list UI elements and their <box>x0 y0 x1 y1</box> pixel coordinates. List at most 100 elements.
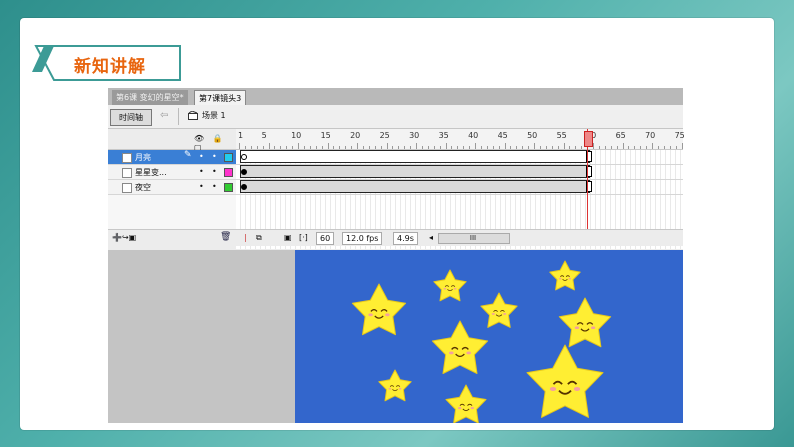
ruler-tick <box>244 146 246 149</box>
layer-name: 星星变... <box>135 168 167 177</box>
star-character[interactable] <box>526 344 604 418</box>
ruler-label: 1 <box>238 131 244 140</box>
ruler-tick <box>557 146 559 149</box>
star-character[interactable] <box>549 260 581 291</box>
layer-color-swatch[interactable] <box>224 168 233 177</box>
ruler-tick <box>321 146 323 149</box>
add-layer-icons[interactable]: ➕↪▣ <box>112 233 136 242</box>
frame-span[interactable] <box>240 165 590 178</box>
center-frame-icon[interactable]: | <box>244 233 247 242</box>
current-frame: 60 <box>316 232 335 245</box>
stars-layer <box>351 260 612 424</box>
trash-icon[interactable]: 🗑 <box>220 232 231 242</box>
ruler-tick <box>274 146 276 149</box>
ruler-tick <box>475 143 476 149</box>
keyframe[interactable] <box>241 184 247 190</box>
layer-night-sky[interactable]: 夜空 • • <box>108 180 236 195</box>
layer-color-swatch[interactable] <box>224 153 233 162</box>
ruler-label: 5 <box>261 131 267 140</box>
ruler-tick <box>392 146 394 149</box>
ruler-tick <box>380 146 382 149</box>
blank-keyframe[interactable] <box>241 154 247 160</box>
ruler-tick <box>610 146 612 149</box>
ruler-tick <box>315 146 317 149</box>
ruler-tick <box>545 146 547 149</box>
star-character[interactable] <box>378 369 412 402</box>
visibility-dot[interactable]: • <box>199 167 204 176</box>
doc-tab-lesson7[interactable]: 第7课镜头3 <box>194 90 247 106</box>
timeline-status-bar: ➕↪▣ 🗑 | ⧉ ▣ [·] 60 12.0 fps 4.9s ◂ III <box>108 229 683 246</box>
frames-row-stars[interactable] <box>236 165 683 180</box>
layer-stars[interactable]: 星星变... • • <box>108 165 236 180</box>
layer-moon[interactable]: 月亮 ✎ • • <box>108 150 236 165</box>
ruler-tick <box>569 146 571 149</box>
ruler-tick <box>575 146 577 149</box>
ruler-tick <box>398 146 400 149</box>
edit-multiple-icon[interactable]: ▣ <box>284 233 292 242</box>
star-character[interactable] <box>445 384 487 424</box>
lock-dot[interactable]: • <box>212 152 217 161</box>
ruler-tick <box>457 146 459 149</box>
stage[interactable] <box>295 250 683 424</box>
ruler-tick <box>528 146 530 149</box>
scroll-left-icon[interactable]: ◂ <box>429 233 433 242</box>
onion-skin-icon[interactable]: ⧉ <box>256 233 262 243</box>
ruler-tick <box>262 146 264 149</box>
ruler-tick <box>309 146 311 149</box>
ruler-tick <box>634 146 636 149</box>
star-character[interactable] <box>433 269 467 302</box>
ruler-tick <box>280 146 282 149</box>
ruler-label: 10 <box>291 131 302 140</box>
ruler-tick <box>534 143 535 149</box>
visibility-dot[interactable]: • <box>199 152 204 161</box>
visibility-dot[interactable]: • <box>199 182 204 191</box>
ruler-tick <box>675 146 677 149</box>
onion-markers-icon[interactable]: [·] <box>299 233 308 242</box>
timeline-button[interactable]: 时间轴 <box>110 109 152 126</box>
ruler-tick <box>303 146 305 149</box>
ruler-tick <box>480 146 482 149</box>
star-character[interactable] <box>558 297 612 348</box>
ruler-tick <box>404 146 406 149</box>
horizontal-scrollbar[interactable]: III <box>438 233 510 244</box>
ruler-tick <box>593 143 594 149</box>
scroll-thumb[interactable]: III <box>439 234 507 243</box>
ruler-tick <box>427 146 429 149</box>
pasteboard <box>108 250 683 424</box>
ruler-tick <box>640 146 642 149</box>
ruler-label: 50 <box>527 131 538 140</box>
star-character[interactable] <box>480 292 518 328</box>
frame-span[interactable] <box>240 180 590 193</box>
ruler-tick <box>646 146 648 149</box>
ruler-label: 45 <box>497 131 508 140</box>
star-character[interactable] <box>431 320 489 374</box>
star-character[interactable] <box>351 283 407 336</box>
ruler-tick <box>551 146 553 149</box>
frame-span[interactable] <box>240 150 590 163</box>
layer-color-swatch[interactable] <box>224 183 233 192</box>
ruler-label: 70 <box>645 131 656 140</box>
ruler-label: 25 <box>379 131 390 140</box>
ruler-tick <box>298 143 299 149</box>
playhead[interactable] <box>584 131 593 147</box>
frames-row-night-sky[interactable] <box>236 180 683 195</box>
doc-tab-lesson6[interactable]: 第6课 变幻的星空* <box>112 90 188 105</box>
layer-header: 👁 🔒 ▢ <box>108 129 236 152</box>
ruler-tick <box>628 146 630 149</box>
frame-ruler[interactable]: 151015202530354045505560657075 <box>236 129 685 150</box>
section-tag-label: 新知讲解 <box>74 57 146 77</box>
lock-dot[interactable]: • <box>212 182 217 191</box>
ruler-tick <box>598 146 600 149</box>
ruler-tick <box>286 146 288 149</box>
lock-dot[interactable]: • <box>212 167 217 176</box>
ruler-tick <box>604 146 606 149</box>
timeline-panel: 👁 🔒 ▢ 151015202530354045505560657075 月亮 … <box>108 129 685 249</box>
keyframe[interactable] <box>241 169 247 175</box>
ruler-label: 20 <box>350 131 361 140</box>
ruler-tick <box>539 146 541 149</box>
frames-row-moon[interactable] <box>236 150 683 165</box>
scene-label[interactable]: 场景 1 <box>202 110 226 121</box>
ruler-tick <box>357 143 358 149</box>
back-arrow-icon[interactable]: ⇦ <box>160 110 168 121</box>
scene-icon <box>188 111 198 120</box>
